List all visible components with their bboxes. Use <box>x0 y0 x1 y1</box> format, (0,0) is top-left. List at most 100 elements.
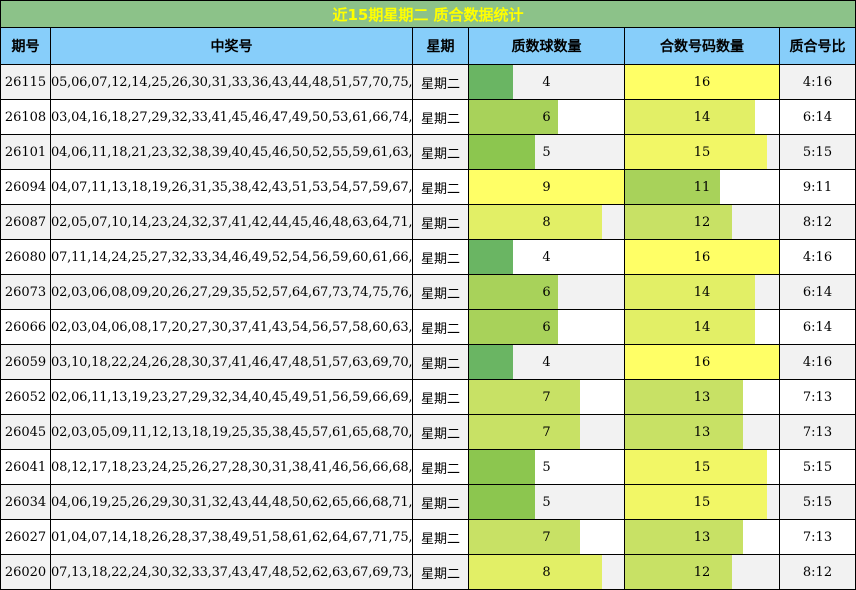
composite-count-value: 16 <box>693 74 711 90</box>
weekday-cell: 星期二 <box>412 239 469 275</box>
composite-count-cell: 13 <box>624 519 780 555</box>
numbers-cell: 04,06,11,18,21,23,32,38,39,40,45,46,50,5… <box>50 134 413 170</box>
composite-count-value: 13 <box>693 389 711 405</box>
prime-count-cell: 4 <box>468 239 625 275</box>
prime-count-cell: 6 <box>468 309 625 345</box>
composite-count-cell: 15 <box>624 449 780 485</box>
ratio-cell: 8:12 <box>778 554 856 590</box>
composite-count-value: 11 <box>693 179 711 195</box>
composite-count-cell: 14 <box>624 309 780 345</box>
prime-count-value: 7 <box>542 424 551 440</box>
numbers-cell: 05,06,07,12,14,25,26,30,31,33,36,43,44,4… <box>50 64 413 100</box>
table-row: 26115 05,06,07,12,14,25,26,30,31,33,36,43… <box>0 64 856 100</box>
ratio-cell: 7:13 <box>778 379 856 415</box>
prime-count-bar <box>469 135 536 169</box>
weekday-cell: 星期二 <box>412 134 469 170</box>
header-prime-count: 质数球数量 <box>468 27 625 65</box>
period-cell: 26034 <box>0 484 51 520</box>
table-row: 26041 08,12,17,18,23,24,25,26,27,28,30,31… <box>0 449 856 485</box>
period-cell: 26094 <box>0 169 51 205</box>
header-ratio: 质合号比 <box>778 27 856 65</box>
ratio-cell: 4:16 <box>778 344 856 380</box>
period-cell: 26066 <box>0 309 51 345</box>
numbers-cell: 02,06,11,13,19,23,27,29,32,34,40,45,49,5… <box>50 379 413 415</box>
prime-count-cell: 8 <box>468 554 625 590</box>
composite-count-value: 15 <box>693 459 711 475</box>
composite-count-value: 12 <box>693 214 711 230</box>
composite-count-value: 13 <box>693 529 711 545</box>
ratio-cell: 4:16 <box>778 239 856 275</box>
prime-count-cell: 5 <box>468 449 625 485</box>
table-row: 26052 02,06,11,13,19,23,27,29,32,34,40,45… <box>0 379 856 415</box>
prime-count-bar <box>469 555 602 589</box>
composite-count-value: 15 <box>693 494 711 510</box>
prime-count-cell: 8 <box>468 204 625 240</box>
table-title: 近15期星期二 质合数据统计 <box>0 0 856 28</box>
prime-count-value: 5 <box>542 144 551 160</box>
weekday-cell: 星期二 <box>412 379 469 415</box>
numbers-cell: 08,12,17,18,23,24,25,26,27,28,30,31,38,4… <box>50 449 413 485</box>
stats-panel: 近15期星期二 质合数据统计 期号 中奖号 星期 质数球数量 合数号码数量 质合… <box>0 0 856 590</box>
composite-count-cell: 12 <box>624 554 780 590</box>
prime-count-value: 7 <box>542 529 551 545</box>
prime-count-bar <box>469 485 536 519</box>
composite-count-value: 14 <box>693 319 711 335</box>
ratio-cell: 8:12 <box>778 204 856 240</box>
weekday-cell: 星期二 <box>412 309 469 345</box>
prime-count-value: 7 <box>542 389 551 405</box>
composite-count-bar <box>625 380 744 414</box>
composite-count-bar <box>625 520 744 554</box>
composite-count-value: 16 <box>693 249 711 265</box>
period-cell: 26108 <box>0 99 51 135</box>
table-row: 26066 02,03,04,06,08,17,20,27,30,37,41,43… <box>0 309 856 345</box>
ratio-cell: 9:11 <box>778 169 856 205</box>
composite-count-cell: 14 <box>624 274 780 310</box>
numbers-cell: 04,07,11,13,18,19,26,31,35,38,42,43,51,5… <box>50 169 413 205</box>
composite-count-value: 13 <box>693 424 711 440</box>
composite-count-bar <box>625 275 756 309</box>
composite-count-cell: 16 <box>624 239 780 275</box>
prime-count-value: 4 <box>542 354 551 370</box>
prime-count-cell: 5 <box>468 484 625 520</box>
table-row: 26094 04,07,11,13,18,19,26,31,35,38,42,43… <box>0 169 856 205</box>
prime-count-value: 9 <box>542 179 551 195</box>
prime-count-cell: 4 <box>468 344 625 380</box>
weekday-cell: 星期二 <box>412 169 469 205</box>
ratio-cell: 5:15 <box>778 449 856 485</box>
composite-count-value: 15 <box>693 144 711 160</box>
ratio-cell: 5:15 <box>778 484 856 520</box>
table-row: 26073 02,03,06,08,09,20,26,27,29,35,52,57… <box>0 274 856 310</box>
composite-count-value: 16 <box>693 354 711 370</box>
composite-count-bar <box>625 310 756 344</box>
prime-count-cell: 6 <box>468 274 625 310</box>
numbers-cell: 03,04,16,18,27,29,32,33,41,45,46,47,49,5… <box>50 99 413 135</box>
weekday-cell: 星期二 <box>412 99 469 135</box>
table-row: 26101 04,06,11,18,21,23,32,38,39,40,45,46… <box>0 134 856 170</box>
table-row: 26108 03,04,16,18,27,29,32,33,41,45,46,47… <box>0 99 856 135</box>
composite-count-cell: 15 <box>624 484 780 520</box>
ratio-cell: 6:14 <box>778 309 856 345</box>
period-cell: 26041 <box>0 449 51 485</box>
prime-count-value: 8 <box>542 214 551 230</box>
period-cell: 26045 <box>0 414 51 450</box>
ratio-cell: 7:13 <box>778 414 856 450</box>
prime-count-bar <box>469 450 536 484</box>
prime-count-value: 5 <box>542 459 551 475</box>
composite-count-cell: 11 <box>624 169 780 205</box>
composite-count-bar <box>625 205 732 239</box>
prime-count-bar <box>469 415 580 449</box>
ratio-cell: 5:15 <box>778 134 856 170</box>
numbers-cell: 07,13,18,22,24,30,32,33,37,43,47,48,52,6… <box>50 554 413 590</box>
period-cell: 26087 <box>0 204 51 240</box>
prime-count-bar <box>469 240 514 274</box>
table-row: 26034 04,06,19,25,26,29,30,31,32,43,44,48… <box>0 484 856 520</box>
period-cell: 26052 <box>0 379 51 415</box>
composite-count-bar <box>625 415 744 449</box>
composite-count-value: 12 <box>693 564 711 580</box>
weekday-cell: 星期二 <box>412 344 469 380</box>
composite-count-cell: 15 <box>624 134 780 170</box>
prime-count-bar <box>469 205 602 239</box>
prime-count-bar <box>469 520 580 554</box>
prime-count-cell: 5 <box>468 134 625 170</box>
header-numbers: 中奖号 <box>50 27 413 65</box>
